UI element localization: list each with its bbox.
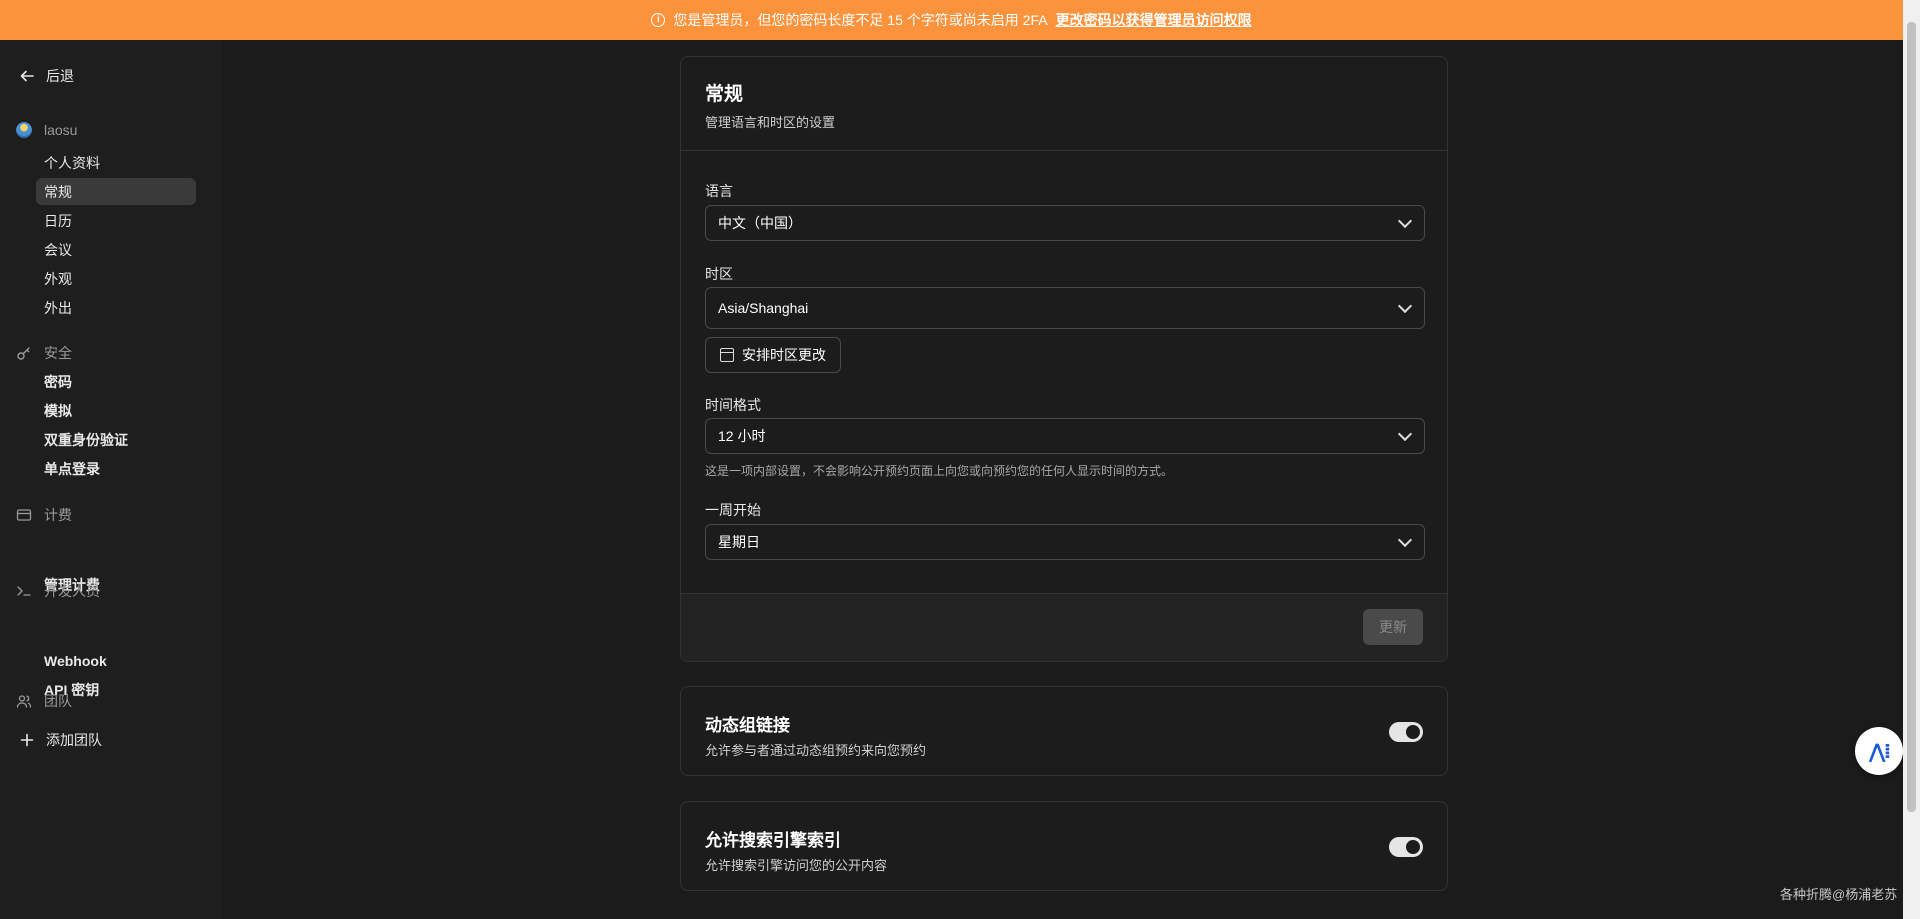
terminal-icon: [16, 583, 32, 599]
assistant-logo-icon: ⋀⁞: [1868, 739, 1891, 763]
sidebar-item-webhooks[interactable]: Webhook: [36, 647, 196, 674]
search-index-title: 允许搜索引擎索引: [705, 831, 841, 850]
users-icon: [16, 693, 32, 709]
sidebar-item-impersonation[interactable]: 模拟: [36, 397, 196, 424]
key-icon: [16, 345, 32, 361]
teams-title: 团队: [44, 693, 72, 709]
week-start-value: 星期日: [718, 534, 760, 550]
toggle-knob: [1406, 725, 1420, 739]
developer-title: 开发人员: [44, 583, 100, 599]
timezone-select[interactable]: Asia/Shanghai: [705, 287, 1425, 329]
banner-text: 您是管理员，但您的密码长度不足 15 个字符或尚未启用 2FA: [673, 12, 1048, 28]
toggle-knob: [1406, 840, 1420, 854]
back-button[interactable]: 后退: [20, 66, 74, 86]
sidebar-item-conferencing[interactable]: 会议: [36, 236, 196, 263]
search-index-card: 允许搜索引擎索引 允许搜索引擎访问您的公开内容: [680, 801, 1448, 891]
change-password-link[interactable]: 更改密码以获得管理员访问权限: [1056, 10, 1252, 30]
assistant-fab[interactable]: ⋀⁞: [1855, 727, 1903, 775]
calendar-icon: [720, 348, 734, 362]
dynamic-group-card: 动态组链接 允许参与者通过动态组预约来向您预约: [680, 686, 1448, 776]
avatar: [16, 122, 32, 138]
sidebar-section-teams: 团队: [16, 691, 72, 711]
chevron-down-icon: [1397, 213, 1413, 228]
sidebar-section-billing: 计费: [16, 505, 72, 525]
plus-icon: [20, 733, 34, 747]
schedule-timezone-label: 安排时区更改: [742, 347, 826, 363]
main-scrollbar[interactable]: [1903, 0, 1920, 919]
general-header: 常规 管理语言和时区的设置: [681, 57, 1447, 151]
chevron-down-icon: [1397, 532, 1413, 547]
language-select[interactable]: 中文（中国）: [705, 205, 1425, 241]
week-start-label: 一周开始: [705, 502, 761, 518]
schedule-timezone-change-button[interactable]: 安排时区更改: [705, 337, 841, 373]
timezone-label: 时区: [705, 266, 733, 282]
general-settings-card: 常规 管理语言和时区的设置 语言 中文（中国） 时区 Asia/Shanghai…: [680, 56, 1448, 662]
page-subtitle: 管理语言和时区的设置: [705, 115, 836, 130]
time-format-help: 这是一项内部设置，不会影响公开预约页面上向您或向预约您的任何人显示时间的方式。: [705, 464, 1174, 478]
sidebar-item-sso[interactable]: 单点登录: [36, 455, 196, 482]
settings-sidebar: 后退 laosu 个人资料 常规 日历 会议 外观 外出 安全 密码 模拟 双重…: [0, 40, 222, 919]
add-team-label: 添加团队: [46, 732, 102, 748]
chevron-down-icon: [1397, 298, 1413, 313]
user-name: laosu: [44, 122, 78, 138]
sidebar-section-security: 安全: [16, 343, 72, 363]
sidebar-section-developer: 开发人员: [16, 581, 100, 601]
sidebar-item-out-of-office[interactable]: 外出: [36, 294, 196, 321]
sidebar-item-profile[interactable]: 个人资料: [36, 149, 196, 176]
sidebar-item-appearance[interactable]: 外观: [36, 265, 196, 292]
search-index-subtitle: 允许搜索引擎访问您的公开内容: [705, 858, 888, 873]
sidebar-item-password[interactable]: 密码: [36, 368, 196, 395]
admin-warning-banner: i 您是管理员，但您的密码长度不足 15 个字符或尚未启用 2FA 更改密码以获…: [0, 0, 1903, 40]
general-footer: 更新: [681, 593, 1447, 661]
info-icon: i: [651, 13, 666, 27]
time-format-label: 时间格式: [705, 397, 761, 413]
arrow-left-icon: [20, 70, 34, 82]
sidebar-item-general[interactable]: 常规: [36, 178, 196, 205]
dynamic-group-toggle[interactable]: [1389, 722, 1423, 742]
timezone-value: Asia/Shanghai: [718, 300, 809, 316]
sidebar-section-user: laosu: [16, 122, 77, 138]
sidebar-item-calendars[interactable]: 日历: [36, 207, 196, 234]
credit-card-icon: [16, 507, 32, 523]
update-button[interactable]: 更新: [1363, 609, 1423, 645]
time-format-value: 12 小时: [718, 428, 766, 444]
week-start-select[interactable]: 星期日: [705, 524, 1425, 560]
dynamic-group-subtitle: 允许参与者通过动态组预约来向您预约: [705, 743, 927, 758]
back-label: 后退: [46, 68, 74, 84]
language-value: 中文（中国）: [718, 215, 802, 231]
page-title: 常规: [705, 84, 744, 105]
dynamic-group-title: 动态组链接: [705, 716, 790, 735]
security-title: 安全: [44, 345, 72, 361]
billing-title: 计费: [44, 507, 72, 523]
watermark: 各种折腾@杨浦老苏: [1780, 887, 1898, 902]
sidebar-item-2fa[interactable]: 双重身份验证: [36, 426, 196, 453]
add-team-button[interactable]: 添加团队: [20, 730, 102, 750]
time-format-select[interactable]: 12 小时: [705, 418, 1425, 454]
chevron-down-icon: [1397, 426, 1413, 441]
language-label: 语言: [705, 183, 733, 199]
search-index-toggle[interactable]: [1389, 837, 1423, 857]
scrollbar-thumb[interactable]: [1907, 22, 1916, 812]
